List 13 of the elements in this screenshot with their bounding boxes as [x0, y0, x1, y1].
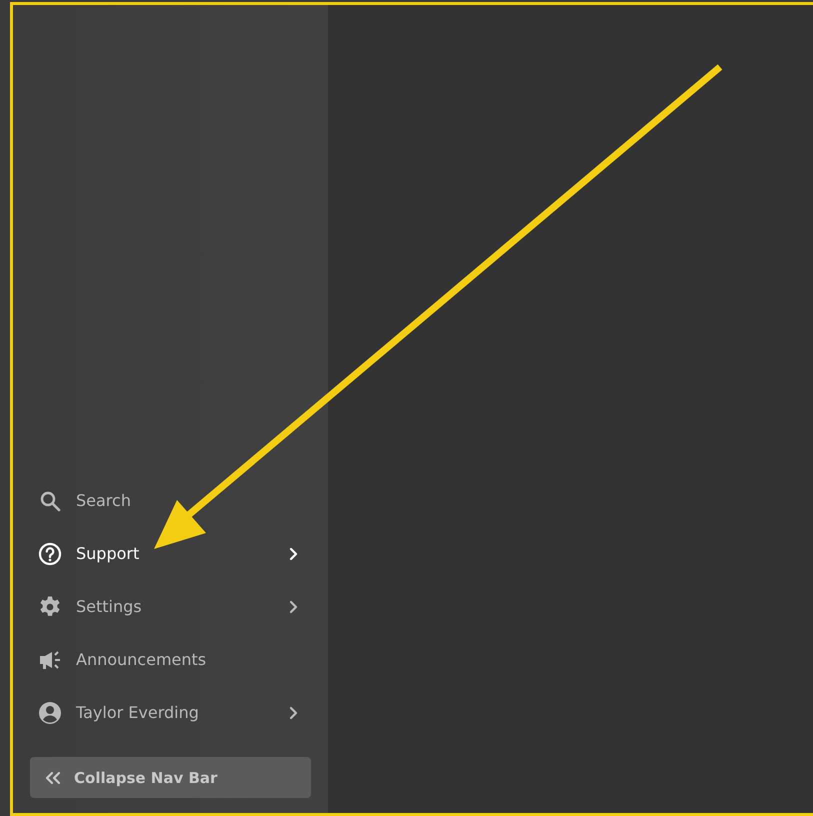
chevron-right-icon: [289, 706, 298, 720]
double-chevron-left-icon: [44, 770, 62, 784]
nav-item[interactable]: Settings: [13, 580, 328, 633]
chevron-right-icon: [289, 546, 298, 560]
help-icon: [38, 542, 62, 566]
settings-icon: [38, 594, 62, 618]
collapse-nav-button[interactable]: Collapse Nav Bar: [30, 757, 311, 798]
nav-item[interactable]: Taylor Everding: [13, 686, 328, 739]
nav-item[interactable]: Announcements: [13, 633, 328, 686]
chevron-right-icon: [289, 600, 298, 614]
nav-item[interactable]: Support: [13, 527, 328, 580]
nav-item[interactable]: Search: [13, 474, 328, 527]
user-avatar-icon: [38, 700, 62, 724]
